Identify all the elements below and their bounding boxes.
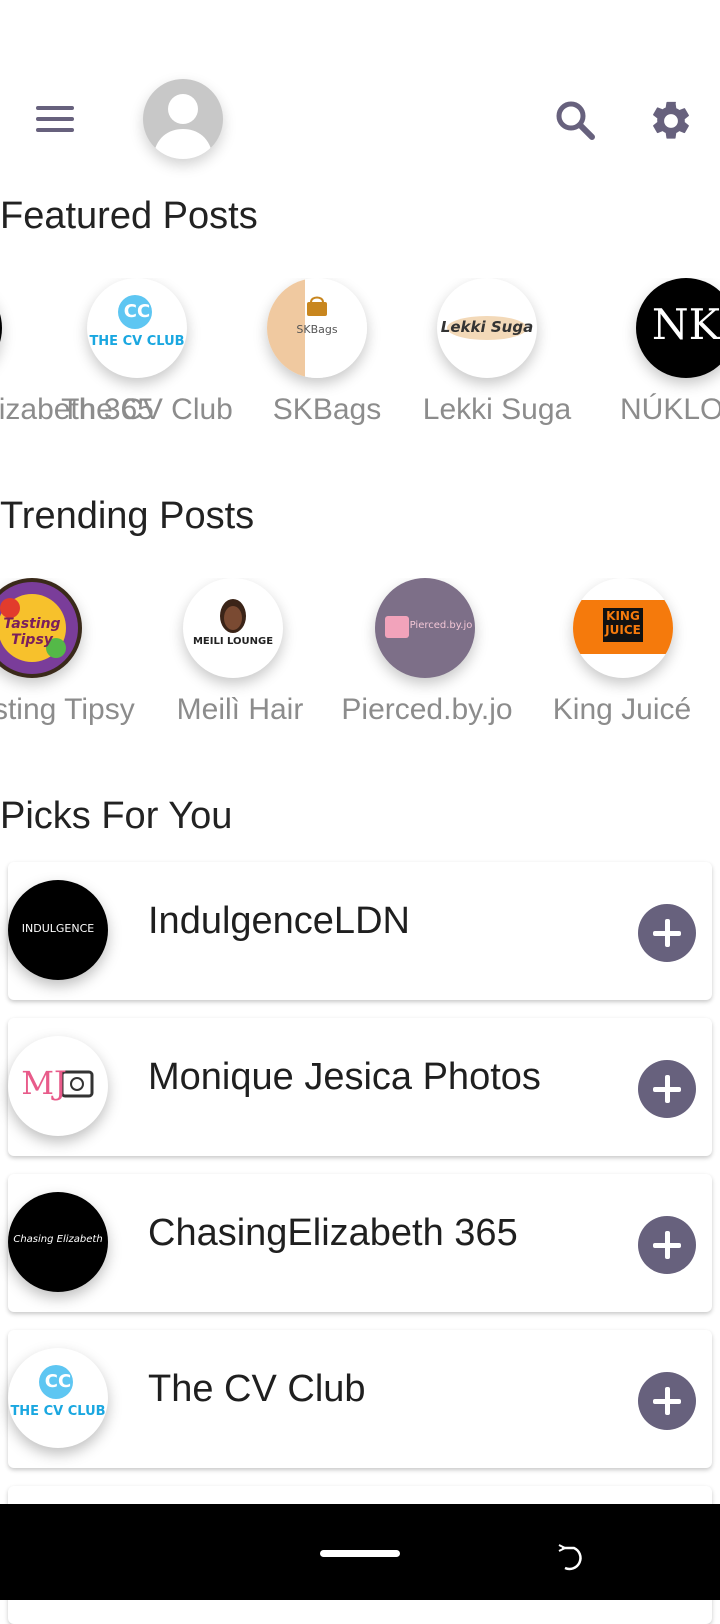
featured-item-label: ChasingElizabeth 365 bbox=[0, 393, 154, 426]
add-button[interactable] bbox=[638, 1216, 696, 1274]
add-button[interactable] bbox=[638, 904, 696, 962]
featured-item[interactable]: SKBags SKBags bbox=[237, 278, 417, 448]
meili-lounge-logo: MEILI LOUNGE bbox=[183, 578, 283, 678]
pick-card[interactable]: CC THE CV CLUB The CV Club bbox=[8, 1330, 712, 1468]
trending-item[interactable]: MEILI LOUNGE Meilì Hair bbox=[150, 578, 330, 748]
picks-for-you-title: Picks For You bbox=[0, 795, 233, 837]
profile-avatar[interactable] bbox=[143, 79, 223, 159]
tasting-tipsy-logo: Tasting Tipsy bbox=[0, 578, 82, 678]
trending-posts-title: Trending Posts bbox=[0, 495, 255, 537]
pick-name: Monique Jesica Photos bbox=[148, 1056, 541, 1098]
pick-name: The CV Club bbox=[148, 1368, 366, 1410]
top-app-bar bbox=[0, 0, 720, 180]
trending-item[interactable]: Tasting Tipsy Tasting Tipsy bbox=[0, 578, 150, 748]
trending-item-label: King Juicé bbox=[552, 693, 692, 726]
featured-item-label: Lekki Suga bbox=[422, 393, 572, 426]
pick-card[interactable]: INDULGENCE IndulgenceLDN bbox=[8, 862, 712, 1000]
featured-item[interactable]: Lekki Suga Lekki Suga bbox=[407, 278, 587, 448]
featured-posts-title: Featured Posts bbox=[0, 195, 258, 237]
nuklos-logo: NK bbox=[636, 278, 720, 378]
home-gesture-pill[interactable] bbox=[320, 1550, 400, 1557]
trending-item-label: Meilì Hair bbox=[176, 693, 304, 726]
trending-item[interactable]: Pierced.by.jo Pierced.by.jo bbox=[337, 578, 517, 748]
add-button[interactable] bbox=[638, 1372, 696, 1430]
cv-club-logo: CC THE CV CLUB bbox=[8, 1348, 108, 1448]
king-juice-logo: KING JUICE bbox=[573, 578, 673, 678]
pick-name: ChasingElizabeth 365 bbox=[148, 1212, 518, 1254]
featured-item-logo bbox=[0, 278, 2, 378]
add-button[interactable] bbox=[638, 1060, 696, 1118]
featured-item-label: NÚKLOS bbox=[620, 393, 720, 426]
rotate-screen-icon[interactable] bbox=[556, 1542, 586, 1572]
featured-item-label: The CV Club bbox=[61, 393, 233, 426]
skbags-logo: SKBags bbox=[267, 278, 367, 378]
chasing-elizabeth-logo: Chasing Elizabeth bbox=[8, 1192, 108, 1292]
hamburger-menu-icon[interactable] bbox=[36, 104, 74, 134]
featured-item[interactable]: ChasingElizabeth 365 bbox=[0, 278, 154, 448]
trending-item-label: Pierced.by.jo bbox=[341, 693, 513, 726]
trending-item-label: Tasting Tipsy bbox=[0, 693, 135, 726]
indulgence-logo: INDULGENCE bbox=[8, 880, 108, 980]
gear-icon bbox=[653, 101, 689, 139]
pick-name: IndulgenceLDN bbox=[148, 900, 410, 942]
pick-card[interactable]: Chasing Elizabeth ChasingElizabeth 365 bbox=[8, 1174, 712, 1312]
featured-item[interactable]: CC THE CV CLUB The CV Club bbox=[57, 278, 237, 448]
featured-item-label: SKBags bbox=[272, 393, 382, 426]
user-avatar-icon bbox=[153, 94, 213, 159]
lekki-suga-logo: Lekki Suga bbox=[437, 278, 537, 378]
search-button[interactable] bbox=[554, 99, 598, 143]
featured-item[interactable]: NK NÚKLOS bbox=[590, 278, 720, 448]
featured-carousel[interactable]: ChasingElizabeth 365 CC THE CV CLUB The … bbox=[0, 278, 720, 448]
pierced-by-jo-logo: Pierced.by.jo bbox=[375, 578, 475, 678]
settings-button[interactable] bbox=[648, 98, 694, 144]
trending-carousel[interactable]: Tasting Tipsy Tasting Tipsy MEILI LOUNGE… bbox=[0, 578, 720, 748]
search-icon bbox=[556, 101, 595, 140]
trending-item[interactable]: KING JUICE King Juicé bbox=[532, 578, 712, 748]
system-navigation-bar bbox=[0, 1504, 720, 1600]
cv-club-logo: CC THE CV CLUB bbox=[87, 278, 187, 378]
monique-jesica-logo: MJ bbox=[8, 1036, 108, 1136]
pick-card[interactable]: MJ Monique Jesica Photos bbox=[8, 1018, 712, 1156]
